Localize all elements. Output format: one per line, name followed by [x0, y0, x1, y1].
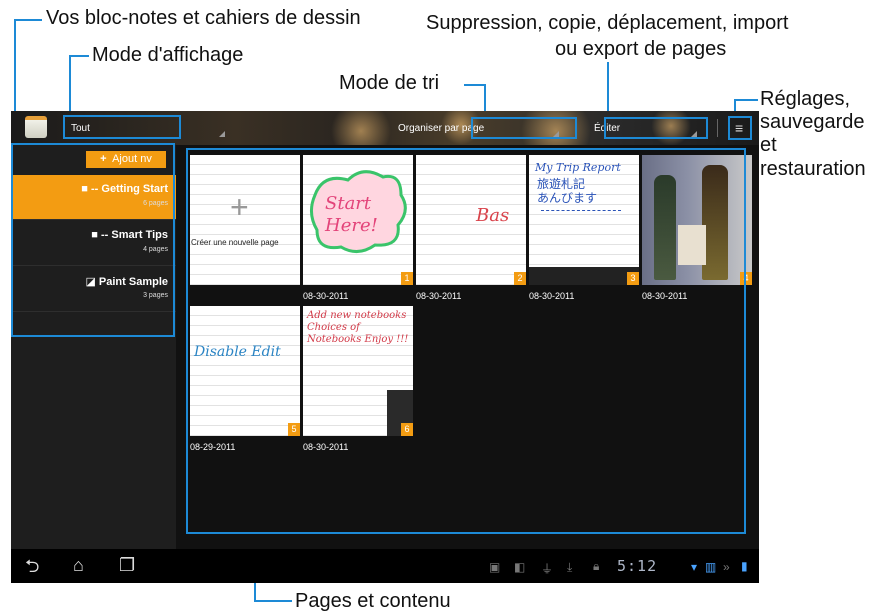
- notification-icon[interactable]: ◧: [514, 560, 525, 574]
- divider: [717, 119, 718, 137]
- leader-line: [464, 84, 486, 86]
- leader-line: [734, 99, 758, 101]
- home-icon[interactable]: ⌂: [73, 555, 84, 575]
- supernote-app-icon[interactable]: [25, 116, 47, 138]
- annotation-view-mode: Mode d'affichage: [92, 44, 244, 66]
- annotation-page-ops-1: Suppression, copie, déplacement, import: [426, 12, 789, 34]
- annotation-sort-mode: Mode de tri: [339, 72, 440, 94]
- clock[interactable]: 5:12: [617, 557, 657, 575]
- signal-icon: ▥: [705, 560, 717, 574]
- annotation-settings-2: sauvegarde: [760, 111, 865, 133]
- highlight-edit: [604, 117, 708, 139]
- download-icon: ⤓: [567, 560, 573, 574]
- leader-line: [607, 62, 609, 117]
- annotation-settings-4: restauration: [760, 158, 866, 180]
- leader-line: [69, 55, 89, 57]
- usb-icon: ⏚: [541, 562, 554, 576]
- annotation-pages: Pages et contenu: [295, 590, 451, 612]
- highlight-notebooks: [11, 143, 175, 337]
- leader-line: [254, 600, 292, 602]
- annotation-notebooks: Vos bloc-notes et cahiers de dessin: [46, 7, 361, 29]
- view-mode-dropdown-arrow[interactable]: [219, 131, 225, 137]
- annotation-settings-3: et: [760, 134, 777, 156]
- highlight-sort-mode: [471, 117, 577, 139]
- highlight-menu: [728, 116, 752, 140]
- notification-icon[interactable]: ▣: [489, 560, 500, 574]
- back-icon[interactable]: ⮌: [25, 556, 39, 576]
- system-bar: ⮌ ⌂ ❐ ▣ ◧ ⏚ ⤓ 🔒︎ 5:12 ▾ ▥ » ▮: [11, 549, 759, 583]
- highlight-pages: [186, 148, 746, 534]
- highlight-view-mode: [63, 115, 181, 139]
- wifi-icon: ▾: [691, 560, 698, 574]
- annotation-settings-1: Réglages,: [760, 88, 851, 110]
- leader-line: [69, 55, 71, 117]
- leader-line: [14, 19, 42, 21]
- leader-line: [14, 19, 16, 121]
- annotation-page-ops-2: ou export de pages: [555, 38, 727, 60]
- recent-apps-icon[interactable]: ❐: [119, 555, 135, 575]
- battery-icon: ▮: [741, 559, 748, 573]
- more-icon: »: [723, 560, 730, 574]
- lock-icon: 🔒︎: [593, 559, 600, 573]
